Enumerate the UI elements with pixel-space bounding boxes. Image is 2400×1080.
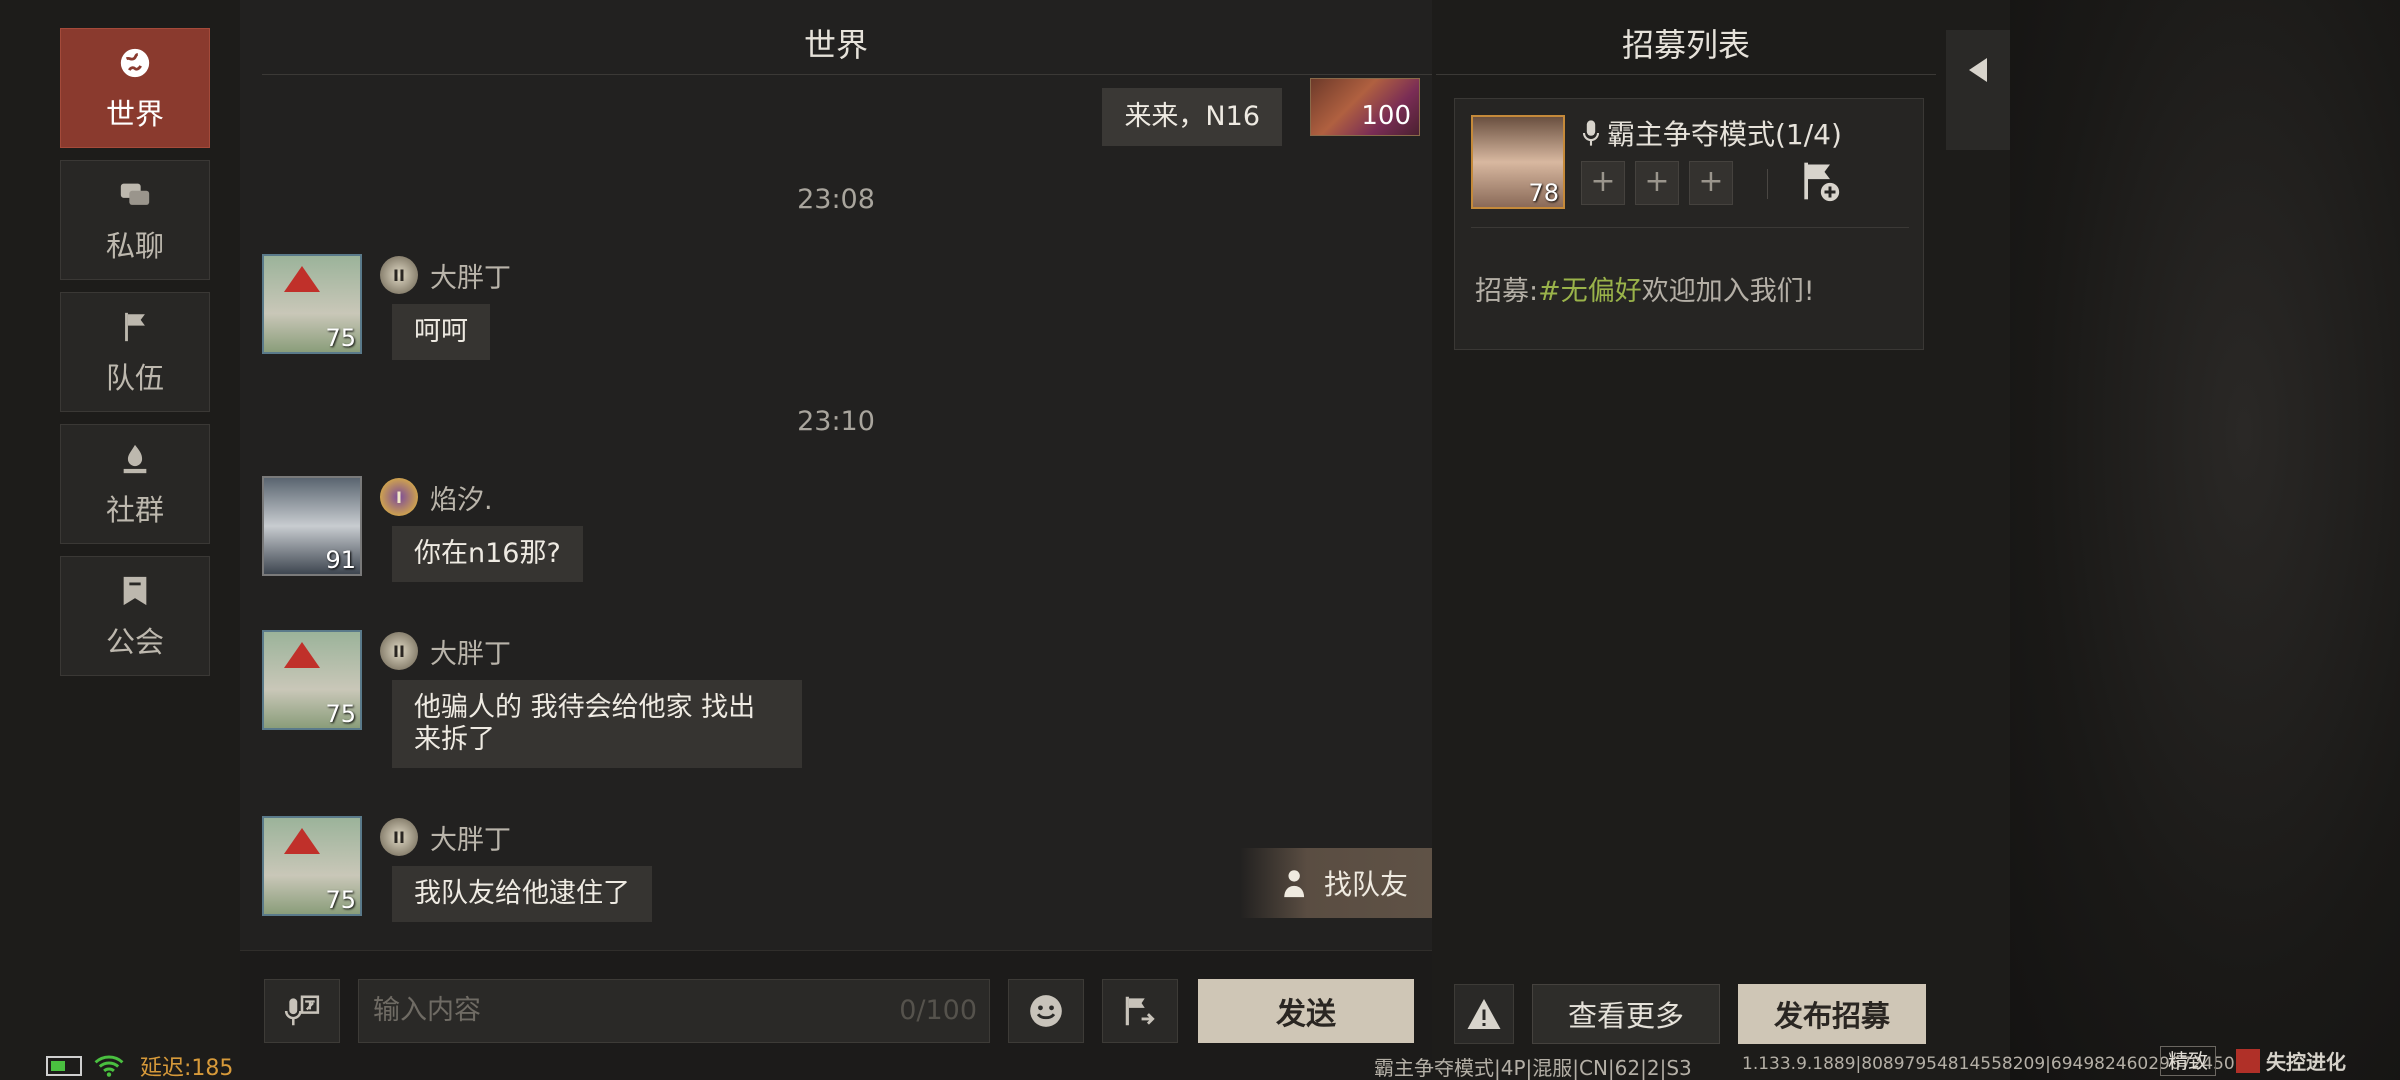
sidebar-item-label: 社群 xyxy=(105,493,164,527)
divider xyxy=(1471,227,1909,228)
avatar[interactable]: 75 xyxy=(262,816,362,916)
self-avatar[interactable]: 100 xyxy=(1310,78,1420,136)
self-message-bubble: 来来，N16 xyxy=(1102,88,1282,146)
divider xyxy=(1436,74,1936,75)
message-bubble: 他骗人的 我待会给他家 找出来拆了 xyxy=(392,680,802,768)
avatar-level: 100 xyxy=(1361,101,1411,131)
recruit-mode-title: 霸主争夺模式(1/4) xyxy=(1581,113,1842,153)
avatar[interactable]: 75 xyxy=(262,254,362,354)
logo-mark-icon xyxy=(2236,1048,2260,1073)
recruit-title: 招募列表 xyxy=(1621,26,1750,64)
empty-slot-plus-icon[interactable]: + xyxy=(1581,161,1625,205)
sidebar-item-private[interactable]: 私聊 xyxy=(60,160,210,280)
message-input[interactable]: 输入内容 0/100 xyxy=(358,979,990,1043)
input-bar: 输入内容 0/100 发送 xyxy=(240,950,1432,1080)
sidebar-item-label: 私聊 xyxy=(105,229,164,263)
sidebar-item-team[interactable]: 队伍 xyxy=(60,292,210,412)
chat-bubbles-icon xyxy=(115,175,155,215)
recruit-message: 招募:#无偏好欢迎加入我们! xyxy=(1475,269,1815,308)
flag-icon xyxy=(115,307,155,347)
avatar-level: 91 xyxy=(325,546,356,574)
mic-translate-icon xyxy=(284,995,320,1026)
avatar-level: 75 xyxy=(325,700,356,728)
timestamp: 23:10 xyxy=(797,406,875,437)
recruit-prefix: 招募: xyxy=(1475,276,1539,307)
avatar[interactable]: 78 xyxy=(1471,115,1565,209)
rank-badge-icon: II xyxy=(380,256,418,294)
server-info: 霸主争夺模式|4P|混服|CN|62|2|S3 xyxy=(1374,1056,1692,1080)
battery-icon xyxy=(46,1056,82,1076)
message-bubble: 我队友给他逮住了 xyxy=(392,866,652,922)
sender-name[interactable]: 大胖丁 xyxy=(430,256,511,295)
divider xyxy=(1767,169,1768,199)
timestamp: 23:08 xyxy=(797,184,875,215)
send-button[interactable]: 发送 xyxy=(1198,979,1414,1043)
triangle-left-icon xyxy=(1969,58,1987,82)
game-logo: 失控进化 xyxy=(2236,1046,2346,1075)
mic-icon xyxy=(1582,120,1600,146)
recruit-card[interactable]: 78 霸主争夺模式(1/4) + + + 招募:#无偏好欢迎加入我们! xyxy=(1454,98,1924,350)
sidebar-item-label: 世界 xyxy=(105,97,164,131)
campfire-icon xyxy=(115,439,155,479)
flag-add-icon[interactable] xyxy=(1797,159,1841,203)
warning-icon xyxy=(1467,999,1501,1029)
background-right xyxy=(2010,0,2400,1080)
recruit-suffix: 欢迎加入我们! xyxy=(1641,276,1815,307)
avatar[interactable]: 75 xyxy=(262,630,362,730)
empty-slot-plus-icon[interactable]: + xyxy=(1689,161,1733,205)
find-teammate-button[interactable]: 找队友 xyxy=(1240,848,1432,918)
message-bubble: 你在n16那? xyxy=(392,526,583,582)
sender-name[interactable]: 大胖丁 xyxy=(430,632,511,671)
recruit-tag: #无偏好 xyxy=(1538,276,1642,307)
avatar[interactable]: 91 xyxy=(262,476,362,576)
logo-text: 失控进化 xyxy=(2266,1050,2346,1074)
avatar-level: 75 xyxy=(325,324,356,352)
post-recruit-button[interactable]: 发布招募 xyxy=(1738,984,1926,1044)
empty-slot-plus-icon[interactable]: + xyxy=(1635,161,1679,205)
rank-badge-icon: II xyxy=(380,632,418,670)
flag-share-icon xyxy=(1125,996,1155,1026)
sidebar-item-label: 公会 xyxy=(105,625,164,659)
guild-banner-icon xyxy=(115,571,155,611)
wifi-icon xyxy=(94,1055,124,1077)
find-teammate-label: 找队友 xyxy=(1323,868,1408,901)
emoji-button[interactable] xyxy=(1008,979,1084,1043)
divider xyxy=(262,74,1432,75)
char-count: 0/100 xyxy=(899,995,977,1026)
chat-panel: 世界 来来，N16 100 23:08 75 II 大胖丁 呵呵 23:10 9… xyxy=(240,0,1432,1080)
rank-badge-icon: II xyxy=(380,818,418,856)
share-flag-button[interactable] xyxy=(1102,979,1178,1043)
voice-to-text-button[interactable] xyxy=(264,979,340,1043)
avatar-level: 78 xyxy=(1528,179,1559,207)
graphics-quality-badge[interactable]: 精致 xyxy=(2160,1046,2216,1076)
message-bubble: 呵呵 xyxy=(392,304,490,360)
sidebar-item-world[interactable]: 世界 xyxy=(60,28,210,148)
sidebar-item-guild[interactable]: 公会 xyxy=(60,556,210,676)
sidebar-item-community[interactable]: 社群 xyxy=(60,424,210,544)
person-icon xyxy=(1284,870,1305,898)
rank-badge-icon: I xyxy=(380,478,418,516)
avatar-level: 75 xyxy=(325,886,356,914)
sender-name[interactable]: 大胖丁 xyxy=(430,818,511,857)
globe-icon xyxy=(115,43,155,83)
channel-sidebar: 世界 私聊 队伍 社群 公会 xyxy=(60,28,212,688)
input-placeholder: 输入内容 xyxy=(373,995,481,1026)
recruit-mode-label: 霸主争夺模式(1/4) xyxy=(1607,118,1842,151)
collapse-panel-button[interactable] xyxy=(1946,30,2010,150)
status-indicators: 延迟:185 xyxy=(46,1050,233,1080)
report-button[interactable] xyxy=(1454,984,1514,1044)
chat-title: 世界 xyxy=(803,26,868,64)
sender-name[interactable]: 焰汐. xyxy=(430,478,493,517)
smiley-icon xyxy=(1030,995,1062,1027)
sidebar-item-label: 队伍 xyxy=(105,361,164,395)
view-more-button[interactable]: 查看更多 xyxy=(1532,984,1720,1044)
latency-text: 延迟:185 xyxy=(140,1056,234,1080)
